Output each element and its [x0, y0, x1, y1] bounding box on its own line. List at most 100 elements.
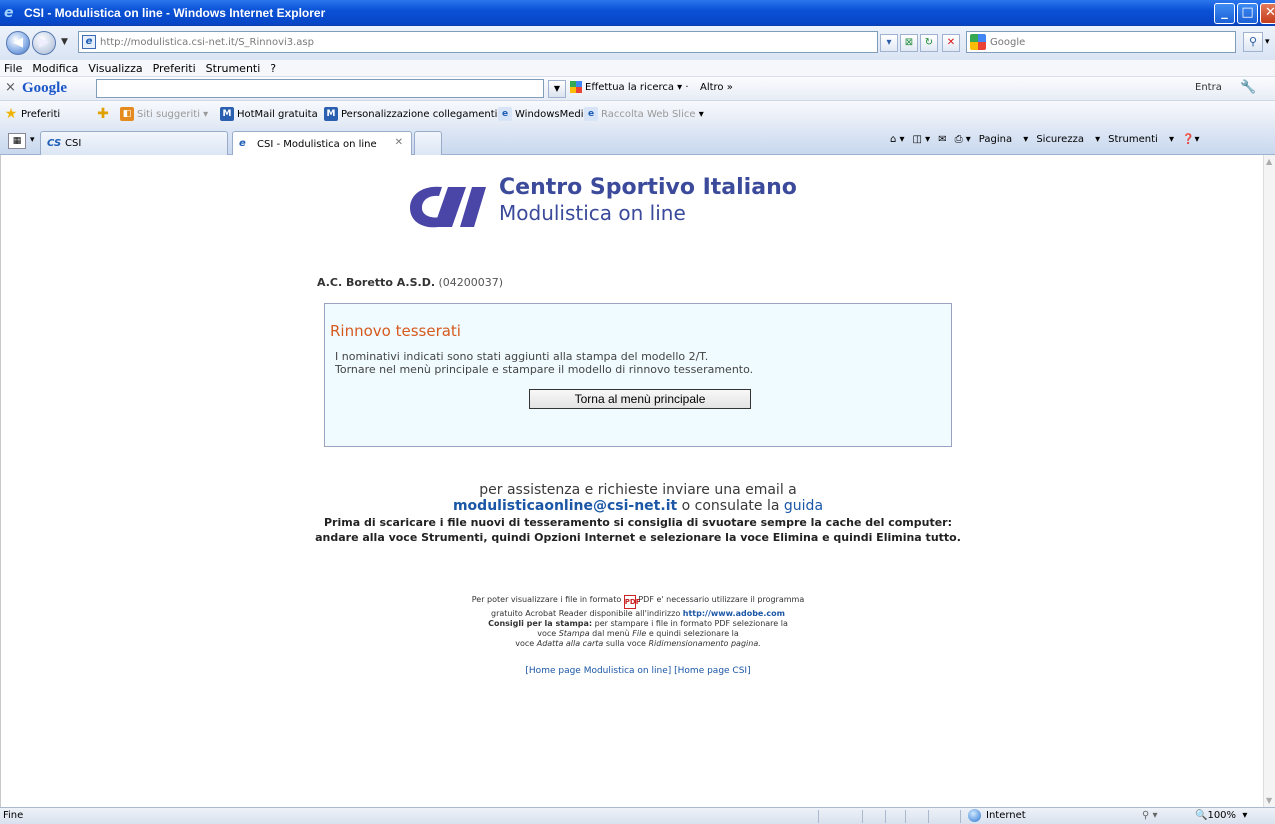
- mail-icon[interactable]: ✉: [938, 134, 946, 145]
- status-bar: Fine Internet ⚲ ▾ 🔍100% ▾: [0, 807, 1275, 824]
- msn-icon: M: [220, 107, 234, 121]
- pdf-text-italic: Ridimensionamento pagina.: [648, 639, 761, 648]
- fav-hotmail-label: HotMail gratuita: [237, 108, 318, 120]
- cache-note: Prima di scaricare i file nuovi di tesse…: [315, 516, 961, 544]
- safety-menu[interactable]: Sicurezza ▾: [1036, 134, 1100, 145]
- google-toolbar: × Google ▼ Effettua la ricerca ▾ · Altro…: [0, 77, 1275, 101]
- url-text[interactable]: http://modulistica.csi-net.it/S_Rinnovi3…: [100, 37, 314, 48]
- google-signin-button[interactable]: Entra: [1195, 82, 1222, 93]
- help-icon[interactable]: ❓▾: [1182, 134, 1199, 145]
- tab-modulistica[interactable]: e CSI - Modulistica on line ✕: [232, 131, 412, 156]
- quick-tabs-icon[interactable]: ▦: [8, 133, 26, 149]
- vertical-scrollbar[interactable]: ▲ ▼: [1263, 155, 1275, 807]
- new-tab-button[interactable]: [414, 131, 442, 155]
- chevron-down-icon: ▾: [200, 108, 209, 120]
- page-icon: e: [82, 35, 96, 49]
- menu-modifica[interactable]: Modifica: [32, 62, 78, 75]
- support-email-link[interactable]: modulisticaonline@csi-net.it: [453, 498, 677, 514]
- forward-button[interactable]: ▶: [32, 31, 56, 55]
- wrench-icon[interactable]: 🔧: [1240, 80, 1256, 95]
- google-search-dropdown-icon[interactable]: ▼: [548, 80, 566, 98]
- status-divider: [885, 810, 886, 823]
- pdf-text: Per poter visualizzare i file in formato: [471, 595, 622, 604]
- google-search-label: Effettua la ricerca: [585, 81, 674, 93]
- pdf-text: PDF e' necessario utilizzare il programm…: [638, 595, 805, 604]
- print-icon[interactable]: ⎙ ▾: [955, 134, 971, 145]
- zoom-control[interactable]: 🔍100% ▾: [1195, 810, 1247, 821]
- fav-web-slice[interactable]: e Raccolta Web Slice ▾: [584, 107, 704, 121]
- csi-logo: Centro Sportivo Italiano Modulistica on …: [408, 175, 868, 235]
- pdf-info-line5: voce Adatta alla carta sulla voce Ridime…: [301, 639, 975, 649]
- tab-modulistica-label: CSI - Modulistica on line: [257, 138, 377, 150]
- add-to-favorites-button[interactable]: ✚: [96, 107, 113, 121]
- fav-hotmail[interactable]: M HotMail gratuita: [220, 107, 318, 121]
- fav-windowsmedia[interactable]: e WindowsMedia: [498, 107, 590, 121]
- tab-csi[interactable]: CS CSI: [40, 131, 228, 155]
- maximize-button[interactable]: □: [1237, 3, 1258, 24]
- pdf-info-line4: voce Stampa dal menù File e quindi selez…: [301, 629, 975, 639]
- google-icon: [970, 34, 986, 50]
- globe-icon: [968, 809, 981, 822]
- favorites-button[interactable]: ★ Preferiti: [4, 107, 60, 121]
- pdf-text: voce: [515, 639, 535, 648]
- fav-suggested-sites-label: Siti suggeriti: [137, 108, 200, 120]
- main-menu-button[interactable]: Torna al menù principale: [529, 389, 751, 409]
- page-menu[interactable]: Pagina ▾: [979, 134, 1029, 145]
- adobe-link[interactable]: http://www.adobe.com: [683, 609, 785, 618]
- tools-menu[interactable]: Strumenti ▾: [1108, 134, 1174, 145]
- pdf-info-line3: Consigli per la stampa: per stampare i f…: [301, 619, 975, 629]
- status-divider: [928, 810, 929, 823]
- panel-message-line1: I nominativi indicati sono stati aggiunt…: [335, 350, 709, 363]
- society-code: (04200037): [438, 276, 504, 289]
- panel-message-line2: Tornare nel menù principale e stampare i…: [335, 363, 754, 376]
- address-toolbar: ◀ ▶ ▼ e http://modulistica.csi-net.it/S_…: [0, 26, 1275, 60]
- chevron-down-icon: ▾ ·: [674, 81, 689, 93]
- google-search-input[interactable]: [96, 79, 544, 98]
- protected-mode-icon[interactable]: ⚲ ▾: [1142, 810, 1158, 821]
- search-options-dropdown-icon[interactable]: ▾: [1265, 37, 1270, 47]
- google-search-button[interactable]: Effettua la ricerca ▾ ·: [570, 81, 689, 93]
- security-zone[interactable]: Internet: [968, 809, 1026, 822]
- refresh-icon[interactable]: ↻: [920, 34, 938, 52]
- address-dropdown-icon[interactable]: ▾: [880, 34, 898, 52]
- close-tab-icon[interactable]: ✕: [395, 137, 403, 148]
- home-modulistica-link[interactable]: [Home page Modulistica on line]: [525, 666, 671, 676]
- pdf-text: voce: [537, 629, 557, 638]
- favorites-label: Preferiti: [21, 108, 61, 120]
- close-toolbar-icon[interactable]: ×: [5, 80, 16, 95]
- menu-strumenti[interactable]: Strumenti: [206, 62, 261, 75]
- menu-help[interactable]: ?: [270, 62, 276, 75]
- menu-preferiti[interactable]: Preferiti: [153, 62, 196, 75]
- ie-logo-icon: e: [4, 5, 14, 21]
- compatibility-view-icon[interactable]: ⊠: [900, 34, 918, 52]
- close-window-button[interactable]: ✕: [1260, 3, 1275, 24]
- pdf-info-line1: Per poter visualizzare i file in formato…: [301, 595, 975, 609]
- assistance-or-text: o consulate la: [677, 498, 784, 514]
- feeds-icon[interactable]: ◫ ▾: [913, 134, 931, 145]
- menu-file[interactable]: File: [4, 62, 22, 75]
- google-more-button[interactable]: Altro »: [700, 82, 733, 93]
- guide-link[interactable]: guida: [784, 498, 823, 514]
- status-divider: [905, 810, 906, 823]
- scroll-down-icon[interactable]: ▼: [1266, 796, 1272, 805]
- renewal-panel: Rinnovo tesserati I nominativi indicati …: [324, 303, 952, 447]
- menu-visualizza[interactable]: Visualizza: [88, 62, 142, 75]
- recent-pages-dropdown-icon[interactable]: ▼: [61, 37, 68, 47]
- search-icon[interactable]: ⚲: [1243, 32, 1263, 52]
- panel-title: Rinnovo tesserati: [330, 322, 461, 340]
- search-input[interactable]: [990, 36, 1220, 48]
- stop-icon[interactable]: ✕: [942, 34, 960, 52]
- scroll-up-icon[interactable]: ▲: [1266, 157, 1272, 166]
- fav-customize-links[interactable]: M Personalizzazione collegamenti: [324, 107, 497, 121]
- address-field[interactable]: e http://modulistica.csi-net.it/S_Rinnov…: [78, 31, 878, 53]
- csi-logo-icon: [410, 186, 486, 228]
- back-button[interactable]: ◀: [6, 31, 30, 55]
- status-divider: [960, 810, 961, 823]
- search-box[interactable]: [966, 31, 1236, 53]
- tab-list-dropdown-icon[interactable]: ▾: [30, 135, 35, 145]
- home-csi-link[interactable]: [Home page CSI]: [674, 666, 750, 676]
- fav-suggested-sites[interactable]: ◧ Siti suggeriti ▾: [120, 107, 208, 121]
- home-icon[interactable]: ⌂ ▾: [890, 134, 905, 145]
- minimize-button[interactable]: _: [1214, 3, 1235, 24]
- status-divider: [862, 810, 863, 823]
